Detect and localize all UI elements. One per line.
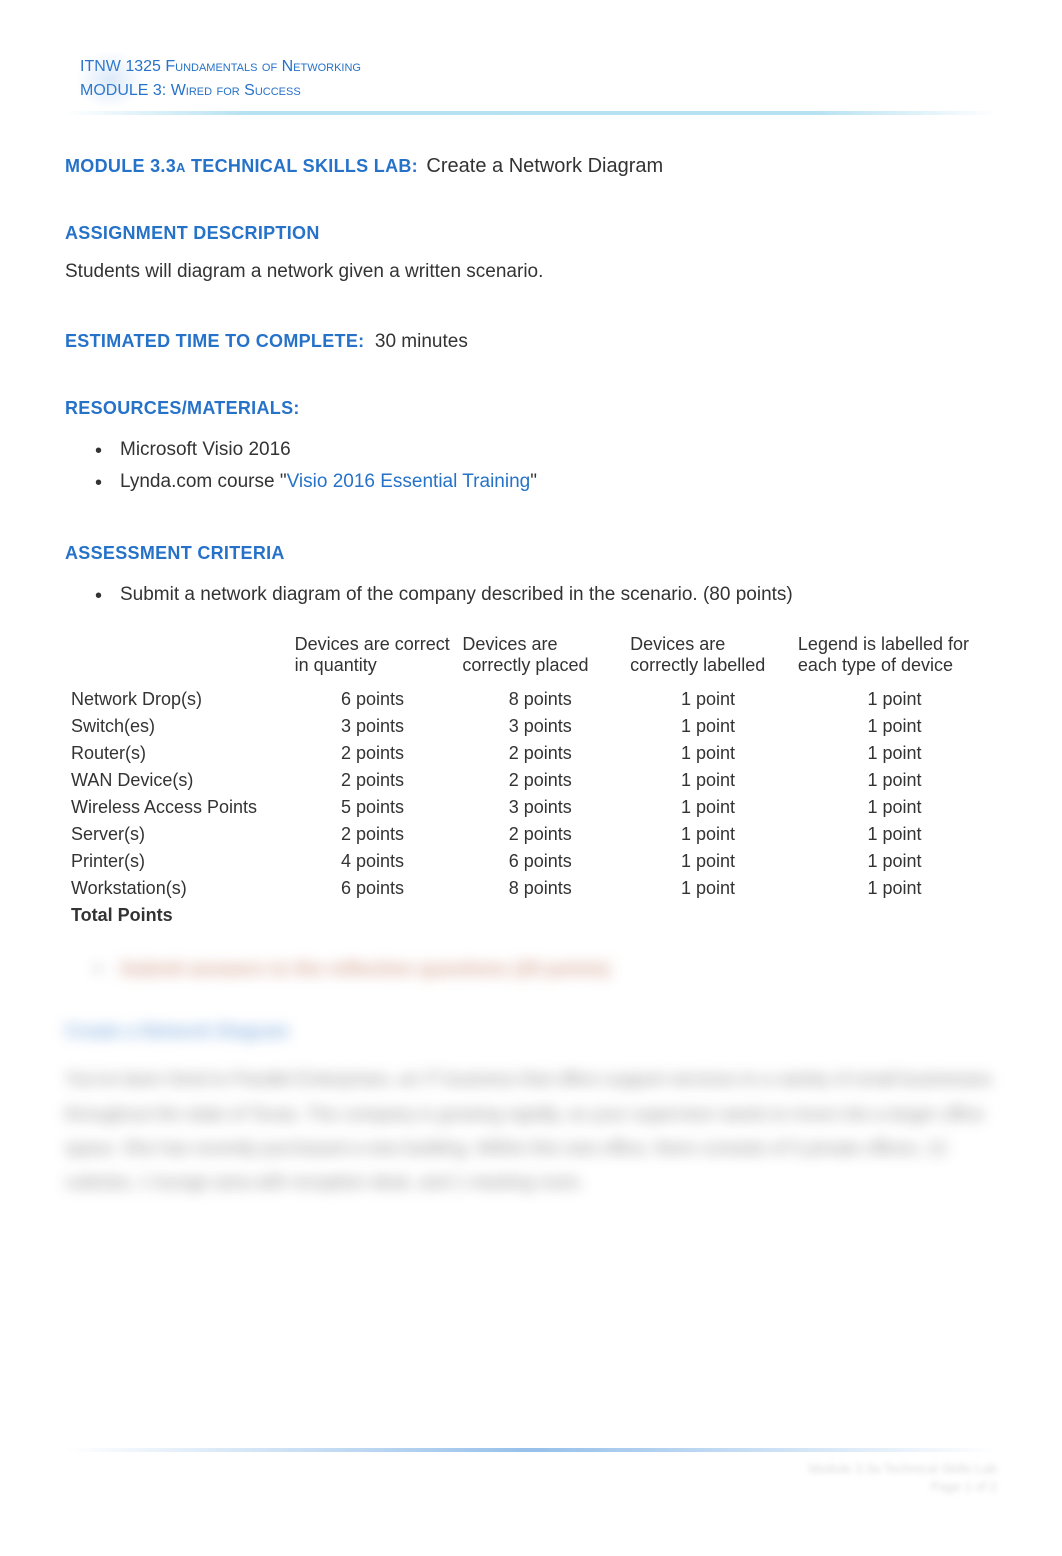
cell: 6 points — [289, 686, 457, 713]
resources-list: Microsoft Visio 2016 Lynda.com course "V… — [65, 434, 997, 499]
cell: 1 point — [624, 875, 792, 902]
lab-title-row: MODULE 3.3a TECHNICAL SKILLS LAB: Create… — [65, 155, 997, 178]
blurred-heading: Create a Network Diagram — [65, 1021, 997, 1042]
cell: 2 points — [456, 821, 624, 848]
cell: 4 points — [289, 848, 457, 875]
table-row: Wireless Access Points5 points3 points1 … — [65, 794, 997, 821]
cell: 1 point — [792, 740, 997, 767]
visio-training-link[interactable]: Visio 2016 Essential Training — [287, 471, 531, 492]
cell: 1 point — [624, 821, 792, 848]
total-label: Total Points — [65, 902, 997, 929]
course-code: ITNW 1325 Fundamentals of Networking — [80, 55, 997, 79]
list-item: Lynda.com course "Visio 2016 Essential T… — [120, 466, 997, 498]
row-name: Network Drop(s) — [65, 686, 289, 713]
table-row: Network Drop(s)6 points8 points1 point1 … — [65, 686, 997, 713]
footer-divider — [65, 1448, 997, 1452]
blurred-content: Submit answers to the reflection questio… — [65, 959, 997, 1199]
cell: 3 points — [456, 713, 624, 740]
cell: 1 point — [624, 713, 792, 740]
table-row: Router(s)2 points2 points1 point1 point — [65, 740, 997, 767]
list-item: Microsoft Visio 2016 — [120, 434, 997, 466]
cell: 2 points — [456, 740, 624, 767]
assignment-section: ASSIGNMENT DESCRIPTION Students will dia… — [65, 223, 997, 286]
lab-label: MODULE 3.3a TECHNICAL SKILLS LAB: — [65, 156, 418, 176]
cell: 6 points — [456, 848, 624, 875]
assignment-text: Students will diagram a network given a … — [65, 259, 997, 286]
row-name: Wireless Access Points — [65, 794, 289, 821]
footer-text: Module 3.3a Technical Skills Lab Page 1 … — [65, 1460, 997, 1496]
header-divider — [65, 111, 997, 115]
table-row: Workstation(s)6 points8 points1 point1 p… — [65, 875, 997, 902]
cell: 2 points — [289, 767, 457, 794]
cell: 5 points — [289, 794, 457, 821]
col-header: Devices are correctly placed — [456, 631, 624, 686]
resource-text-pre: Lynda.com course " — [120, 471, 287, 492]
rubric-table: Devices are correct in quantity Devices … — [65, 631, 997, 929]
resources-section: RESOURCES/MATERIALS: Microsoft Visio 201… — [65, 398, 997, 499]
list-item: Submit answers to the reflection questio… — [120, 959, 997, 981]
cell: 1 point — [792, 686, 997, 713]
table-row: Printer(s)4 points6 points1 point1 point — [65, 848, 997, 875]
cell: 1 point — [792, 875, 997, 902]
cell: 2 points — [289, 740, 457, 767]
row-name: Router(s) — [65, 740, 289, 767]
assignment-label: ASSIGNMENT DESCRIPTION — [65, 223, 997, 244]
resource-text: Microsoft Visio 2016 — [120, 439, 291, 460]
cell: 8 points — [456, 686, 624, 713]
cell: 2 points — [289, 821, 457, 848]
assessment-list: Submit a network diagram of the company … — [65, 579, 997, 611]
table-header-row: Devices are correct in quantity Devices … — [65, 631, 997, 686]
cell: 8 points — [456, 875, 624, 902]
lab-title-text: Create a Network Diagram — [426, 155, 663, 177]
row-name: Printer(s) — [65, 848, 289, 875]
estimated-label: ESTIMATED TIME TO COMPLETE: — [65, 331, 364, 351]
cell: 1 point — [624, 686, 792, 713]
cell: 3 points — [456, 794, 624, 821]
cell: 1 point — [624, 740, 792, 767]
cell: 1 point — [792, 767, 997, 794]
cell: 1 point — [624, 794, 792, 821]
table-row: WAN Device(s)2 points2 points1 point1 po… — [65, 767, 997, 794]
table-row: Switch(es)3 points3 points1 point1 point — [65, 713, 997, 740]
cell: 1 point — [792, 713, 997, 740]
cell: 2 points — [456, 767, 624, 794]
cell: 6 points — [289, 875, 457, 902]
col-header: Devices are correct in quantity — [289, 631, 457, 686]
assessment-section: ASSESSMENT CRITERIA Submit a network dia… — [65, 543, 997, 929]
row-name: Workstation(s) — [65, 875, 289, 902]
resources-label: RESOURCES/MATERIALS: — [65, 398, 997, 419]
module-title: MODULE 3: Wired for Success — [80, 79, 997, 103]
cell: 1 point — [792, 821, 997, 848]
blurred-paragraph: You've been hired to Parallel Enterprise… — [65, 1062, 997, 1199]
table-row: Server(s)2 points2 points1 point1 point — [65, 821, 997, 848]
footer: Module 3.3a Technical Skills Lab Page 1 … — [65, 1428, 997, 1496]
resource-text-post: " — [530, 471, 537, 492]
assessment-bullet-text: Submit a network diagram of the company … — [120, 584, 793, 605]
row-name: Switch(es) — [65, 713, 289, 740]
blurred-bullet-list: Submit answers to the reflection questio… — [65, 959, 997, 981]
row-name: Server(s) — [65, 821, 289, 848]
total-row: Total Points — [65, 902, 997, 929]
cell: 3 points — [289, 713, 457, 740]
cell: 1 point — [792, 794, 997, 821]
cell: 1 point — [792, 848, 997, 875]
estimated-text: 30 minutes — [375, 331, 468, 352]
list-item: Submit a network diagram of the company … — [120, 579, 997, 611]
assessment-label: ASSESSMENT CRITERIA — [65, 543, 997, 564]
cell: 1 point — [624, 767, 792, 794]
row-name: WAN Device(s) — [65, 767, 289, 794]
col-header: Devices are correctly labelled — [624, 631, 792, 686]
col-header: Legend is labelled for each type of devi… — [792, 631, 997, 686]
estimated-time-row: ESTIMATED TIME TO COMPLETE: 30 minutes — [65, 331, 997, 353]
cell: 1 point — [624, 848, 792, 875]
document-header: ITNW 1325 Fundamentals of Networking MOD… — [65, 55, 997, 103]
